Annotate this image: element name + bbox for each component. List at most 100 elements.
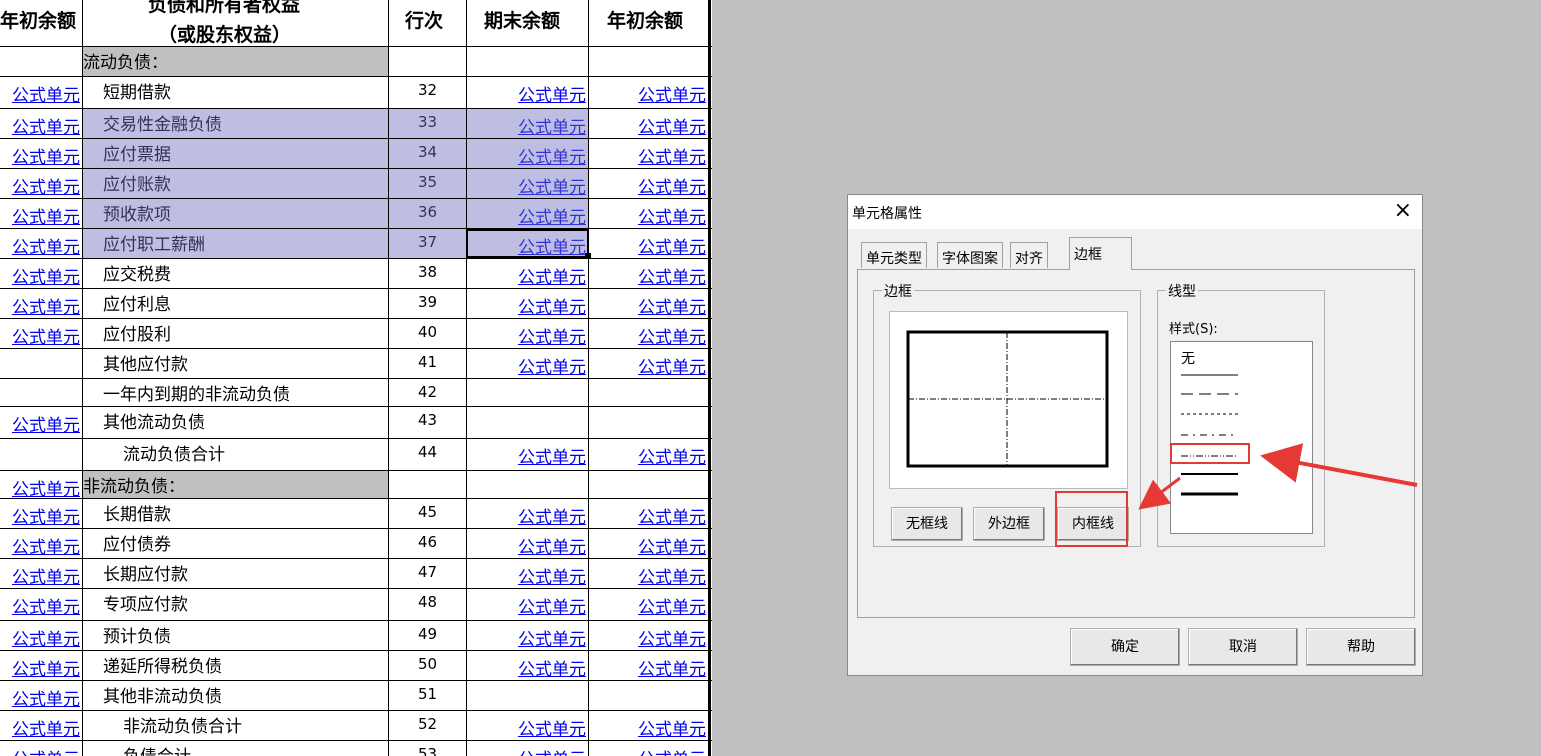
- left-formula-cell[interactable]: 公式单元: [0, 168, 82, 198]
- begin-balance-cell[interactable]: 公式单元: [589, 228, 708, 258]
- end-balance-cell[interactable]: 公式单元: [467, 258, 588, 288]
- begin-balance-cell[interactable]: 公式单元: [589, 528, 708, 558]
- begin-balance-cell[interactable]: 公式单元: [589, 108, 708, 138]
- left-formula-cell[interactable]: 公式单元: [0, 470, 82, 498]
- left-formula-cell[interactable]: [0, 348, 82, 378]
- end-balance-cell[interactable]: 公式单元: [467, 710, 588, 740]
- begin-balance-cell[interactable]: 公式单元: [589, 650, 708, 680]
- begin-balance-cell[interactable]: 公式单元: [589, 288, 708, 318]
- left-formula-cell[interactable]: 公式单元: [0, 740, 82, 756]
- end-balance-cell[interactable]: [467, 470, 588, 498]
- left-formula-cell[interactable]: 公式单元: [0, 258, 82, 288]
- begin-balance-cell[interactable]: 公式单元: [589, 740, 708, 756]
- close-icon[interactable]: ×: [1394, 198, 1412, 223]
- left-formula-cell[interactable]: 公式单元: [0, 680, 82, 710]
- end-balance-cell[interactable]: 公式单元: [467, 528, 588, 558]
- row-number: [389, 46, 466, 76]
- row-number: 53: [417, 745, 438, 756]
- row-number: 49: [417, 625, 438, 643]
- left-formula-cell[interactable]: 公式单元: [0, 228, 82, 258]
- end-balance-cell[interactable]: [467, 406, 588, 438]
- grid-line: [0, 46, 712, 47]
- ok-button[interactable]: 确定: [1070, 628, 1180, 666]
- table-row: 公式单元 递延所得税负债 50 公式单元 公式单元: [0, 650, 712, 680]
- end-balance-cell[interactable]: 公式单元: [467, 438, 588, 470]
- begin-balance-cell[interactable]: 公式单元: [589, 620, 708, 650]
- grid-line: [0, 198, 712, 199]
- begin-balance-cell[interactable]: 公式单元: [589, 710, 708, 740]
- end-balance-cell[interactable]: 公式单元: [467, 740, 588, 756]
- cancel-button[interactable]: 取消: [1188, 628, 1298, 666]
- begin-balance-cell[interactable]: 公式单元: [589, 198, 708, 228]
- begin-balance-cell[interactable]: [589, 378, 708, 406]
- end-balance-cell[interactable]: [467, 46, 588, 76]
- left-formula-cell[interactable]: 公式单元: [0, 288, 82, 318]
- no-border-button[interactable]: 无框线: [891, 507, 963, 541]
- end-balance-cell[interactable]: 公式单元: [467, 650, 588, 680]
- spreadsheet: 年初余额 负债和所有者权益 （或股东权益） 行次 期末余额 年初余额 流动负债：…: [0, 0, 712, 756]
- begin-balance-cell[interactable]: 公式单元: [589, 76, 708, 108]
- begin-balance-cell[interactable]: [589, 470, 708, 498]
- line-style-list[interactable]: 无: [1170, 341, 1313, 534]
- begin-balance-cell[interactable]: [589, 406, 708, 438]
- border-preview[interactable]: [889, 311, 1128, 489]
- table-row: 公式单元 专项应付款 48 公式单元 公式单元: [0, 588, 712, 620]
- tab-cell-type[interactable]: 单元类型: [861, 242, 927, 268]
- end-balance-cell[interactable]: 公式单元: [467, 318, 588, 348]
- begin-balance-cell[interactable]: 公式单元: [589, 318, 708, 348]
- end-balance-cell[interactable]: [467, 680, 588, 710]
- left-formula-cell[interactable]: 公式单元: [0, 138, 82, 168]
- left-formula-cell[interactable]: 公式单元: [0, 406, 82, 438]
- left-formula-cell[interactable]: 公式单元: [0, 650, 82, 680]
- tab-align[interactable]: 对齐: [1010, 242, 1048, 268]
- left-formula-cell[interactable]: [0, 46, 82, 76]
- left-formula-cell[interactable]: [0, 438, 82, 470]
- end-balance-cell[interactable]: 公式单元: [467, 558, 588, 588]
- table-row: 流动负债：: [0, 46, 712, 76]
- end-balance-cell[interactable]: 公式单元: [467, 620, 588, 650]
- grid-line: [0, 438, 712, 439]
- end-balance-cell[interactable]: 公式单元: [467, 348, 588, 378]
- begin-balance-cell[interactable]: 公式单元: [589, 498, 708, 528]
- left-formula-cell[interactable]: 公式单元: [0, 76, 82, 108]
- table-row: 公式单元 非流动负债：: [0, 470, 712, 498]
- table-row: 公式单元 应付利息 39 公式单元 公式单元: [0, 288, 712, 318]
- help-button[interactable]: 帮助: [1306, 628, 1416, 666]
- left-formula-cell[interactable]: 公式单元: [0, 528, 82, 558]
- begin-balance-cell[interactable]: 公式单元: [589, 138, 708, 168]
- grid-line: [0, 168, 712, 169]
- outer-border-button[interactable]: 外边框: [973, 507, 1045, 541]
- table-row: 公式单元 应交税费 38 公式单元 公式单元: [0, 258, 712, 288]
- header-begin-balance: 年初余额: [607, 10, 684, 32]
- begin-balance-cell[interactable]: 公式单元: [589, 348, 708, 378]
- left-formula-cell[interactable]: 公式单元: [0, 620, 82, 650]
- end-balance-cell[interactable]: 公式单元: [467, 498, 588, 528]
- left-formula-cell[interactable]: 公式单元: [0, 498, 82, 528]
- begin-balance-cell[interactable]: 公式单元: [589, 168, 708, 198]
- row-number: 52: [417, 715, 438, 733]
- tab-border[interactable]: 边框: [1069, 237, 1132, 270]
- left-formula-cell[interactable]: [0, 378, 82, 406]
- begin-balance-cell[interactable]: 公式单元: [589, 438, 708, 470]
- item-name: 一年内到期的非流动负债: [103, 385, 290, 405]
- active-cell[interactable]: [466, 229, 589, 258]
- left-formula-cell[interactable]: 公式单元: [0, 198, 82, 228]
- begin-balance-cell[interactable]: 公式单元: [589, 258, 708, 288]
- begin-balance-cell[interactable]: [589, 46, 708, 76]
- left-formula-cell[interactable]: 公式单元: [0, 318, 82, 348]
- left-formula-cell[interactable]: 公式单元: [0, 588, 82, 620]
- item-name: 递延所得税负债: [103, 657, 222, 677]
- end-balance-cell[interactable]: [467, 378, 588, 406]
- end-balance-cell[interactable]: 公式单元: [467, 76, 588, 108]
- left-formula-cell[interactable]: 公式单元: [0, 108, 82, 138]
- begin-balance-cell[interactable]: 公式单元: [589, 558, 708, 588]
- left-formula-cell[interactable]: 公式单元: [0, 710, 82, 740]
- left-formula-cell[interactable]: 公式单元: [0, 558, 82, 588]
- begin-balance-cell[interactable]: 公式单元: [589, 588, 708, 620]
- begin-balance-cell[interactable]: [589, 680, 708, 710]
- end-balance-cell[interactable]: 公式单元: [467, 588, 588, 620]
- row-number: 38: [417, 263, 438, 281]
- end-balance-cell[interactable]: 公式单元: [467, 288, 588, 318]
- annotation-box-line-style: [1170, 443, 1250, 464]
- tab-font-pattern[interactable]: 字体图案: [937, 242, 1003, 268]
